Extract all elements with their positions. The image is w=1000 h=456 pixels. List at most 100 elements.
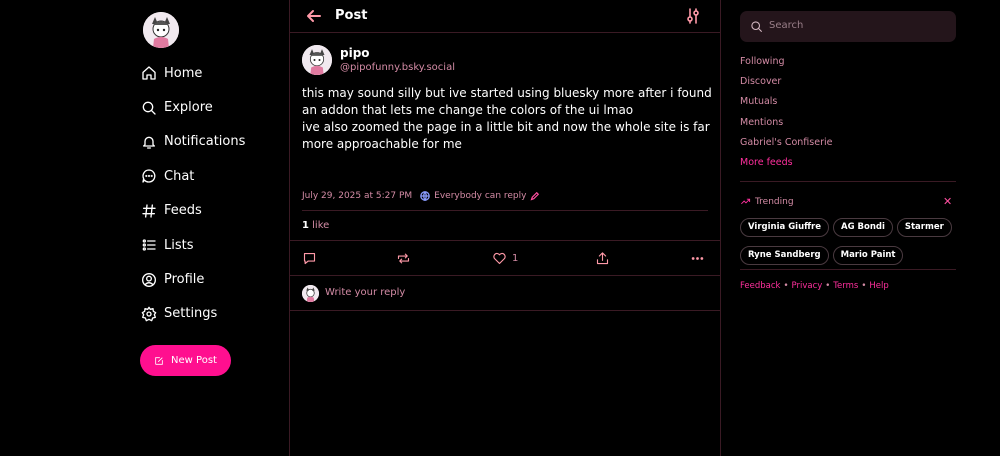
nav-label: Notifications — [164, 134, 246, 150]
repost-button[interactable] — [396, 250, 411, 266]
post-thread-column: Post pipo @pipofunny.bsky.social this ma… — [289, 0, 721, 456]
user-avatar[interactable] — [143, 12, 179, 48]
like-count-number: 1 — [302, 220, 309, 231]
reply-composer[interactable]: Write your reply — [290, 276, 720, 311]
chat-bubble-icon — [142, 169, 156, 184]
trending-topic[interactable]: Virginia Giuffre — [740, 218, 829, 237]
terms-link[interactable]: Terms — [833, 281, 858, 291]
comment-icon — [303, 252, 316, 264]
compose-icon — [155, 356, 163, 365]
author-handle[interactable]: @pipofunny.bsky.social — [340, 62, 455, 73]
post-text-paragraph: this may sound silly but ive started usi… — [302, 86, 712, 117]
list-icon — [142, 239, 156, 251]
trending-topic[interactable]: Ryne Sandberg — [740, 246, 829, 265]
trending-topic[interactable]: Starmer — [896, 218, 952, 237]
nav-profile[interactable]: Profile — [141, 262, 245, 296]
nav-label: Chat — [164, 168, 195, 184]
nav-label: Lists — [164, 237, 194, 253]
author-name[interactable]: pipo — [340, 46, 370, 60]
likes-count[interactable]: 1 like — [302, 220, 329, 231]
left-sidebar: Home Explore Notifications Chat Feeds Li… — [0, 0, 290, 456]
post-text-paragraph: ive also zoomed the page in a little bit… — [302, 120, 710, 151]
nav-lists[interactable]: Lists — [141, 228, 245, 262]
reply-placeholder: Write your reply — [325, 287, 406, 298]
divider — [740, 269, 956, 270]
more-options-button[interactable] — [690, 250, 705, 266]
nav-label: Feeds — [164, 203, 202, 219]
footer-links: Feedback • Privacy • Terms • Help — [740, 281, 889, 291]
right-sidebar: Search Following Discover Mutuals Mentio… — [721, 0, 1000, 456]
separator: • — [861, 281, 867, 291]
thread-settings-button[interactable] — [686, 8, 700, 24]
gear-icon — [141, 306, 157, 322]
pencil-icon[interactable] — [530, 191, 540, 201]
user-circle-icon — [142, 272, 156, 287]
main-post: pipo @pipofunny.bsky.social this may sou… — [290, 33, 720, 241]
nav-label: Settings — [164, 306, 218, 322]
heart-icon — [493, 252, 506, 264]
new-post-label: New Post — [171, 355, 217, 366]
nav-feeds[interactable]: Feeds — [141, 194, 245, 228]
divider — [302, 210, 708, 211]
trending-icon — [741, 198, 751, 205]
trending-topic[interactable]: Mario Paint — [832, 246, 904, 265]
privacy-link[interactable]: Privacy — [792, 281, 823, 291]
post-meta: July 29, 2025 at 5:27 PM Everybody can r… — [302, 191, 540, 202]
feed-link[interactable]: Following — [740, 56, 832, 76]
bell-icon — [143, 136, 155, 149]
search-input[interactable]: Search — [740, 11, 956, 42]
trending-topic[interactable]: AG Bondi — [832, 218, 893, 237]
separator: • — [783, 281, 789, 291]
trending-header: Trending — [740, 196, 794, 207]
trending-title: Trending — [755, 196, 794, 207]
nav-home[interactable]: Home — [141, 56, 245, 90]
arrow-left-icon — [307, 10, 321, 22]
feed-link[interactable]: Mentions — [740, 117, 832, 137]
reply-button[interactable] — [302, 250, 317, 266]
author-avatar[interactable] — [302, 45, 332, 75]
share-button[interactable] — [595, 250, 610, 266]
nav-label: Profile — [164, 272, 205, 288]
page-title: Post — [335, 8, 368, 23]
like-action-count: 1 — [512, 252, 519, 264]
feed-link[interactable]: Mutuals — [740, 96, 832, 116]
nav-explore[interactable]: Explore — [141, 90, 245, 124]
reply-settings[interactable]: Everybody can reply — [434, 191, 526, 201]
close-icon[interactable]: ✕ — [943, 195, 952, 208]
search-icon — [751, 21, 762, 32]
feed-link[interactable]: Discover — [740, 76, 832, 96]
nav-label: Explore — [164, 100, 213, 116]
search-icon — [142, 101, 156, 115]
feed-link[interactable]: Gabriel's Confiserie — [740, 137, 832, 157]
search-placeholder: Search — [769, 20, 804, 31]
repost-icon — [397, 253, 410, 263]
more-feeds-link[interactable]: More feeds — [740, 157, 832, 177]
nav-label: Home — [164, 65, 203, 81]
sliders-icon — [687, 8, 699, 24]
feedback-link[interactable]: Feedback — [740, 281, 780, 291]
post-timestamp: July 29, 2025 at 5:27 PM — [302, 191, 413, 201]
thread-header: Post — [290, 0, 720, 33]
back-button[interactable] — [306, 8, 322, 24]
feed-list: Following Discover Mutuals Mentions Gabr… — [740, 56, 832, 177]
home-icon — [142, 66, 156, 80]
share-icon — [596, 251, 609, 264]
post-actions: 1 — [290, 241, 720, 276]
nav-settings[interactable]: Settings — [141, 297, 245, 331]
current-user-avatar — [302, 285, 319, 302]
avatar-illustration — [143, 12, 179, 48]
hashtag-icon — [142, 204, 156, 218]
globe-icon — [420, 191, 430, 202]
help-link[interactable]: Help — [869, 281, 888, 291]
new-post-button[interactable]: New Post — [140, 345, 231, 376]
like-word: like — [312, 220, 330, 231]
separator: • — [825, 281, 831, 291]
nav-chat[interactable]: Chat — [141, 159, 245, 193]
nav-notifications[interactable]: Notifications — [141, 125, 245, 159]
main-nav: Home Explore Notifications Chat Feeds Li… — [141, 56, 245, 331]
avatar-illustration — [302, 45, 332, 75]
divider — [740, 181, 956, 182]
like-button[interactable]: 1 — [492, 250, 518, 266]
avatar-illustration — [302, 285, 319, 302]
ellipsis-icon — [691, 256, 704, 260]
